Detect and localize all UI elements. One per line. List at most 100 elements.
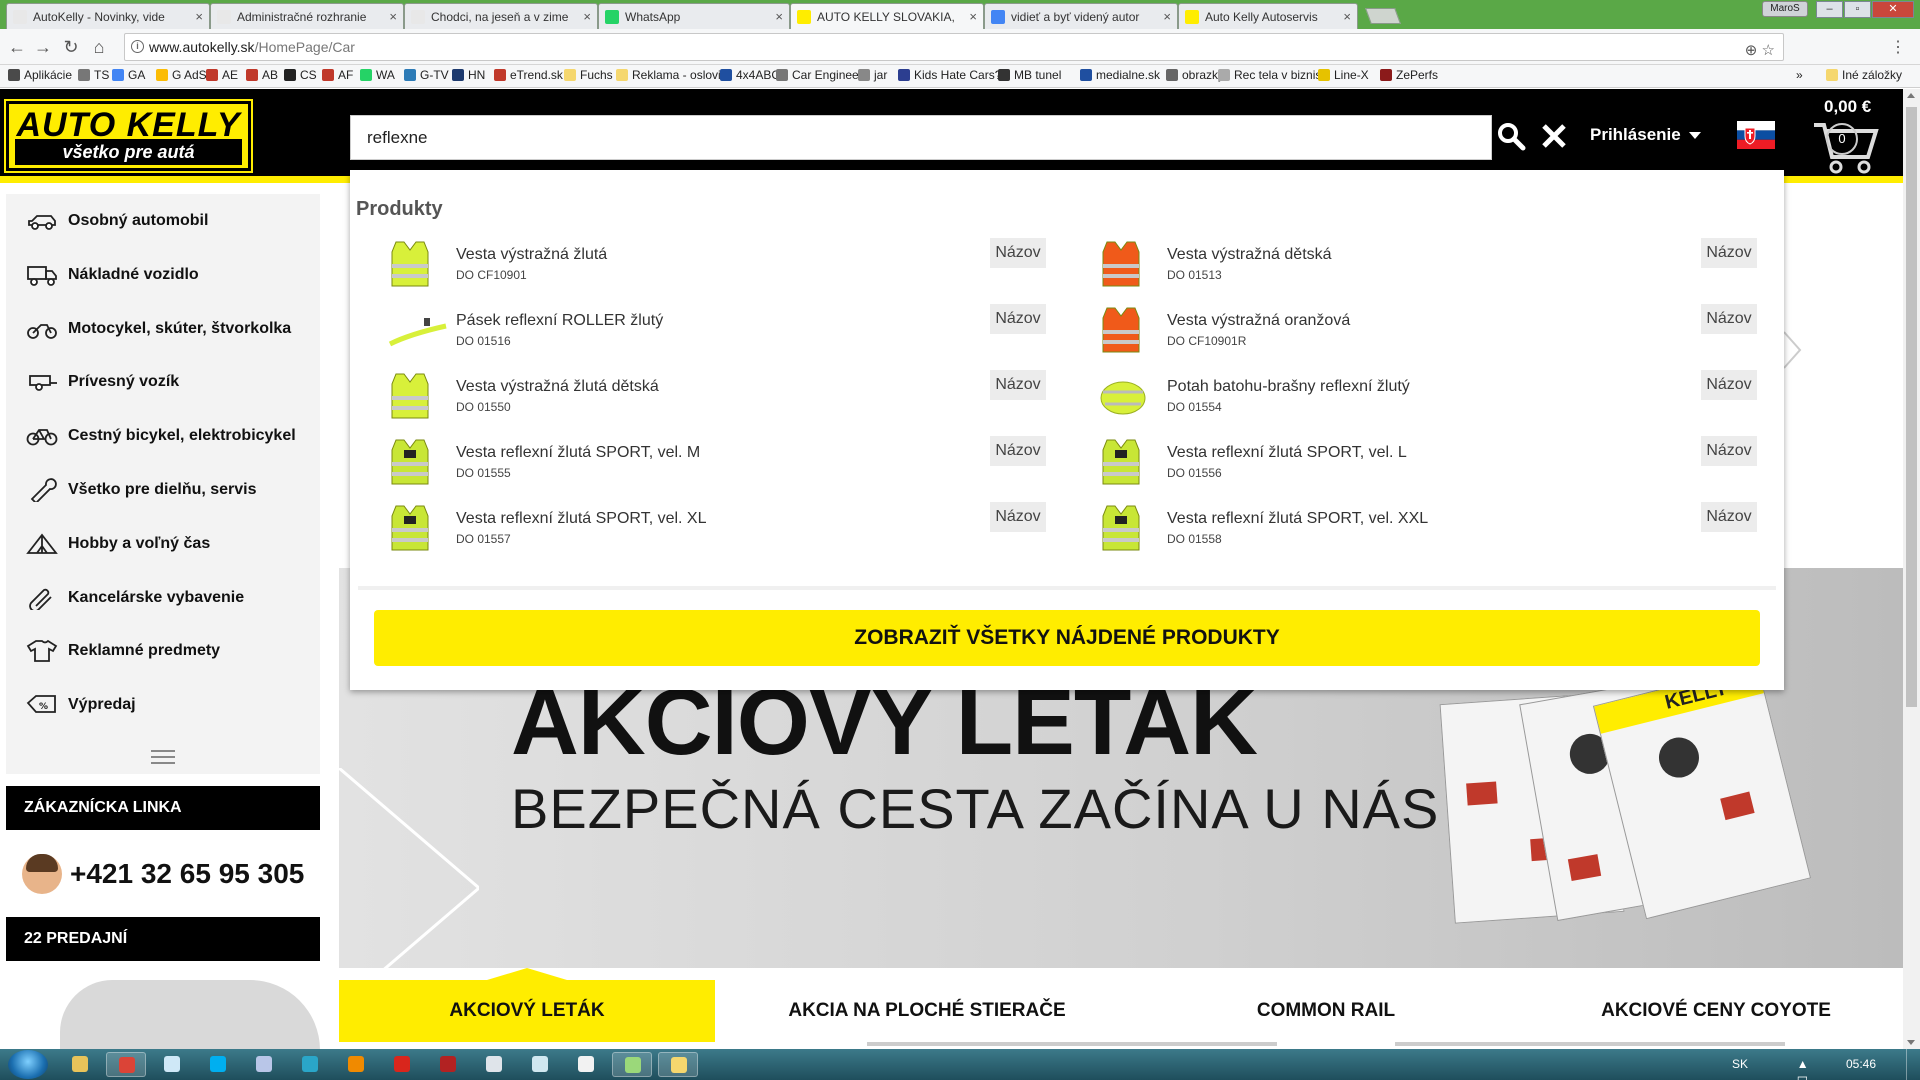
bookmark-item[interactable]: AE [206,68,238,82]
tab-close-icon[interactable]: × [583,9,591,24]
product-thumbnail[interactable] [388,436,432,488]
product-thumbnail[interactable] [388,502,432,554]
bookmark-item[interactable]: 4x4ABC [720,68,780,82]
back-icon[interactable]: ← [6,36,28,58]
window-close-button[interactable]: ✕ [1872,1,1914,18]
bookmark-item[interactable]: MB tunel [998,68,1061,82]
bookmark-item[interactable]: AB [246,68,278,82]
product-name-button[interactable]: Názov [990,238,1046,268]
product-name-button[interactable]: Názov [990,304,1046,334]
tray-icons[interactable]: ▲ ▭ ◁) [1797,1057,1822,1080]
auto-kelly-logo[interactable]: AUTO KELLY všetko pre autá [4,99,253,173]
minimize-button[interactable]: – [1816,1,1843,18]
product-suggestion[interactable]: Potah batohu-brašny reflexní žlutý DO 015… [1061,370,1757,430]
scroll-down-icon[interactable] [1907,1040,1915,1045]
product-name[interactable]: Vesta reflexní žlutá SPORT, vel. XXL [1167,510,1428,528]
product-name[interactable]: Vesta výstražná žlutá [456,246,607,264]
reload-icon[interactable]: ↻ [60,36,82,58]
product-suggestion[interactable]: Vesta reflexní žlutá SPORT, vel. M DO 015… [350,436,1046,496]
product-suggestion[interactable]: Vesta reflexní žlutá SPORT, vel. L DO 015… [1061,436,1757,496]
bookmark-item[interactable]: medialne.sk [1080,68,1160,82]
taskbar-app-icon[interactable] [428,1052,468,1077]
bookmark-item[interactable]: Reklama - oslovit [616,68,724,82]
taskbar-whatsapp-icon[interactable] [612,1052,652,1077]
browser-tab[interactable]: Administračné rozhranie × [210,3,404,29]
bookmark-item[interactable]: obrazky [1166,68,1224,82]
product-name-button[interactable]: Názov [1701,238,1757,268]
browser-tab[interactable]: Auto Kelly Autoservis × [1178,3,1358,29]
login-dropdown[interactable]: Prihlásenie [1590,125,1701,145]
language-indicator[interactable]: SK [1732,1057,1748,1071]
taskbar-explorer-icon[interactable] [60,1052,100,1077]
tab-close-icon[interactable]: × [969,9,977,24]
slovak-flag-icon[interactable] [1737,121,1775,149]
product-thumbnail[interactable] [388,304,447,356]
address-bar[interactable]: i www.autokelly.sk/HomePage/Car ⊕ ☆ [124,33,1784,61]
sidebar-item[interactable]: Nákladné vozidlo [6,248,320,302]
tab-close-icon[interactable]: × [1343,9,1351,24]
product-name[interactable]: Potah batohu-brašny reflexní žlutý [1167,378,1410,396]
show-desktop-button[interactable] [1906,1049,1920,1080]
product-suggestion[interactable]: Vesta reflexní žlutá SPORT, vel. XXL DO 0… [1061,502,1757,562]
taskbar-chrome-icon[interactable] [106,1052,146,1077]
bookmark-item[interactable]: TS [78,68,109,82]
start-button[interactable] [8,1050,48,1079]
sidebar-item[interactable]: Všetko pre dielňu, servis [6,463,320,517]
site-info-icon[interactable]: i [131,40,144,53]
browser-tab[interactable]: Chodci, na jeseň a v zime × [404,3,598,29]
product-name[interactable]: Vesta výstražná dětská [1167,246,1332,264]
tab-close-icon[interactable]: × [775,9,783,24]
product-name-button[interactable]: Názov [1701,370,1757,400]
product-suggestion[interactable]: Pásek reflexní ROLLER žlutý DO 01516 Názov [350,304,1046,364]
product-suggestion[interactable]: Vesta výstražná žlutá dětská DO 01550 Názo… [350,370,1046,430]
promo-tab[interactable]: COMMON RAIL [1131,980,1521,1042]
product-thumbnail[interactable] [1099,370,1146,422]
bookmark-item[interactable]: Aplikácie [8,68,72,82]
product-name[interactable]: Vesta reflexní žlutá SPORT, vel. XL [456,510,707,528]
bookmark-star-icon[interactable]: ☆ [1762,42,1775,59]
profile-button[interactable]: MaroS [1762,1,1808,17]
zoom-icon[interactable]: ⊕ [1745,42,1758,59]
bookmark-item[interactable]: G-TV [404,68,449,82]
browser-tab[interactable]: AutoKelly - Novinky, vide × [6,3,210,29]
product-name[interactable]: Vesta výstražná oranžová [1167,312,1350,330]
product-name-button[interactable]: Názov [1701,436,1757,466]
bookmark-item[interactable]: Kids Hate Cars? [898,68,1001,82]
taskbar-skype-icon[interactable] [198,1052,238,1077]
bookmark-item[interactable]: AF [322,68,353,82]
promo-tab[interactable]: AKCIA NA PLOCHÉ STIERAČE [731,980,1123,1042]
product-suggestion[interactable]: Vesta výstražná žlutá DO CF10901 Názov [350,238,1046,298]
page-scrollbar[interactable] [1903,89,1920,1049]
show-all-products-button[interactable]: ZOBRAZIŤ VŠETKY NÁJDENÉ PRODUKTY [374,610,1760,666]
home-icon[interactable]: ⌂ [88,36,110,58]
bookmark-item[interactable]: Car Engineer [776,68,863,82]
taskbar-acrobat-icon[interactable] [382,1052,422,1077]
maximize-button[interactable]: ▫ [1844,1,1871,18]
bookmark-item[interactable]: GA [112,68,145,82]
taskbar-notes-icon[interactable] [520,1052,560,1077]
sidebar-item[interactable]: Motocykel, skúter, štvorkolka [6,302,320,356]
browser-tab[interactable]: AUTO KELLY SLOVAKIA, × [790,3,984,29]
promo-tab[interactable]: AKCIOVÉ CENY COYOTE [1529,980,1903,1042]
phone-number[interactable]: +421 32 65 95 305 [70,858,304,890]
forward-icon[interactable]: → [32,36,54,58]
bookmark-item[interactable]: HN [452,68,485,82]
sidebar-item[interactable]: Cestný bicykel, elektrobicykel [6,409,320,463]
product-suggestion[interactable]: Vesta výstražná oranžová DO CF10901R Názov [1061,304,1757,364]
bookmark-item[interactable]: jar [858,68,887,82]
bookmark-item[interactable]: Rec tela v biznise [1218,68,1328,82]
product-thumbnail[interactable] [1099,238,1143,290]
clock[interactable]: 05:46 [1846,1057,1876,1071]
other-bookmarks-folder[interactable]: Iné záložky [1826,68,1902,82]
sidebar-item[interactable]: Prívesný vozík [6,355,320,409]
search-icon[interactable] [1496,121,1526,151]
product-suggestion[interactable]: Vesta výstražná dětská DO 01513 Názov [1061,238,1757,298]
product-name[interactable]: Vesta reflexní žlutá SPORT, vel. M [456,444,700,462]
tab-close-icon[interactable]: × [1163,9,1171,24]
product-name[interactable]: Pásek reflexní ROLLER žlutý [456,312,663,330]
browser-tab[interactable]: WhatsApp × [598,3,790,29]
new-tab-button[interactable] [1365,8,1401,24]
taskbar-app-icon[interactable] [290,1052,330,1077]
carousel-next-icon[interactable] [1782,330,1802,370]
product-thumbnail[interactable] [1099,436,1143,488]
